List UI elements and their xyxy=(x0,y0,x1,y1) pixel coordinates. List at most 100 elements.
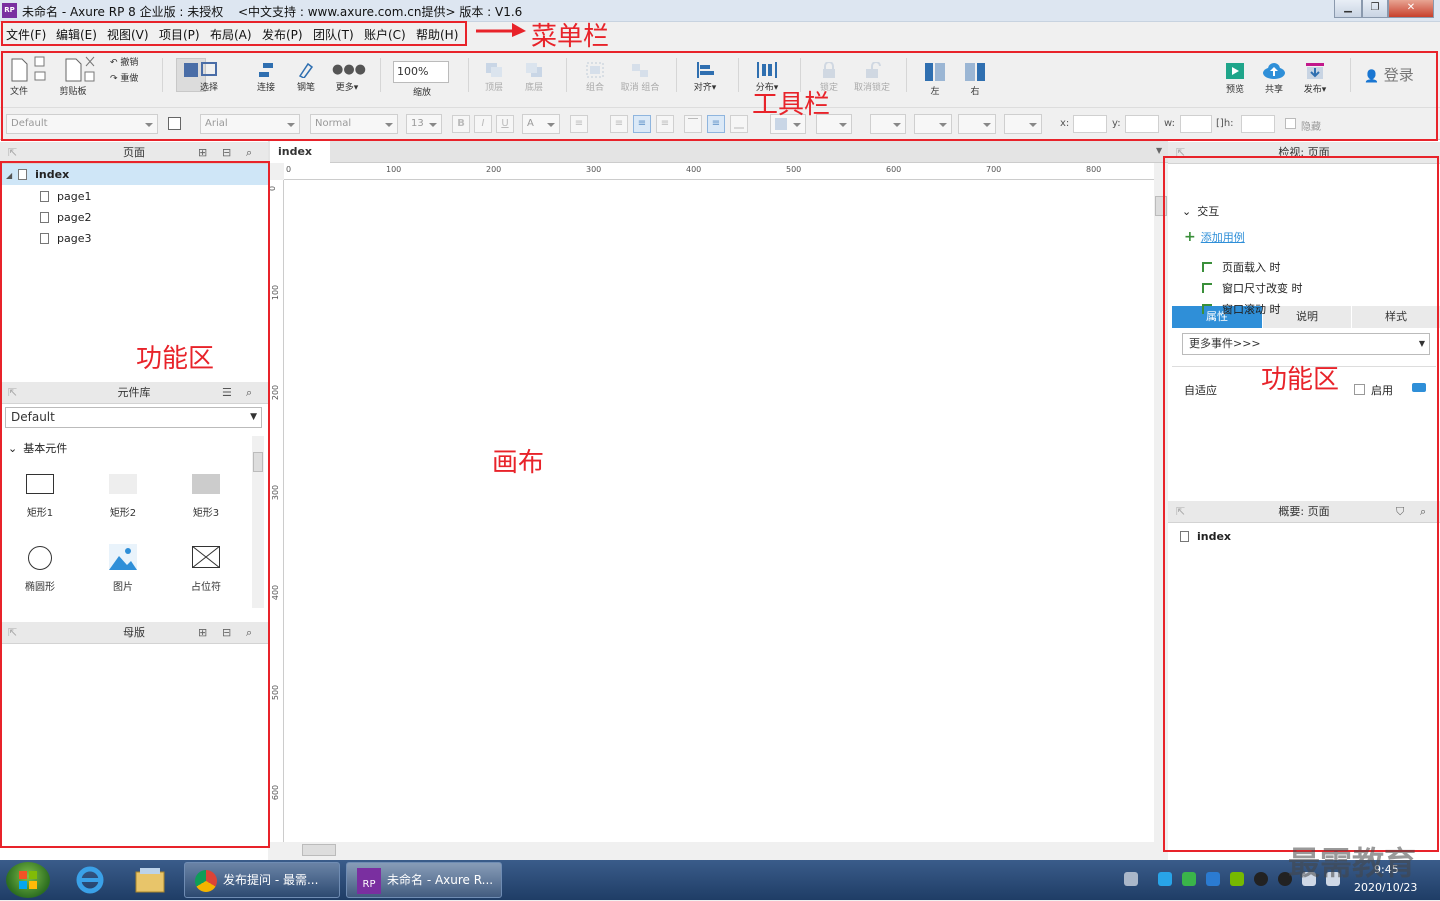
collapse-triangle-icon[interactable]: ◢ xyxy=(6,171,12,180)
filter-icon[interactable]: ⛉ xyxy=(1396,501,1404,523)
tree-row-page2[interactable]: page2 xyxy=(40,211,91,224)
maximize-button[interactable]: ❐ xyxy=(1362,0,1388,18)
menu-publish[interactable]: 发布(P) xyxy=(262,26,303,43)
nvidia-icon[interactable] xyxy=(1230,872,1244,886)
italic-button[interactable]: I xyxy=(474,115,492,133)
zoom-select[interactable]: 100% xyxy=(393,61,449,83)
bold-button[interactable]: B xyxy=(452,115,470,133)
style-select[interactable]: Default xyxy=(6,114,158,134)
explorer-taskbar-icon[interactable] xyxy=(130,864,170,896)
minimize-button[interactable]: ▁ xyxy=(1334,0,1362,18)
save-open-icons[interactable] xyxy=(34,56,46,86)
pin-icon[interactable]: ⇱ xyxy=(8,382,17,404)
start-button[interactable] xyxy=(6,862,50,898)
search-icon[interactable]: ⌕ xyxy=(1420,501,1426,523)
align-text-left-button[interactable]: ≡ xyxy=(610,115,628,133)
hide-checkbox[interactable] xyxy=(1285,118,1296,129)
select-button[interactable]: 选择 xyxy=(198,62,220,93)
more-tools-button[interactable]: ●●● 更多▾ xyxy=(332,62,366,93)
pin-icon[interactable]: ⇱ xyxy=(8,622,17,644)
add-page-icon[interactable]: ⊞ xyxy=(198,142,207,164)
underline-button[interactable]: U xyxy=(496,115,514,133)
qq-icon[interactable] xyxy=(1254,872,1268,886)
add-folder-icon[interactable]: ⊟ xyxy=(222,622,231,644)
event-window-resize[interactable]: 窗口尺寸改变 时 xyxy=(1202,280,1303,296)
add-case-link[interactable]: + 添加用例 xyxy=(1184,229,1245,245)
group-button[interactable]: 组合 xyxy=(582,62,608,93)
widget-placeholder[interactable]: 占位符 xyxy=(176,546,236,593)
bring-to-front-button[interactable]: 顶层 xyxy=(482,62,506,93)
unlock-button[interactable]: 取消锁定 xyxy=(852,62,892,93)
event-page-load[interactable]: 页面载入 时 xyxy=(1202,259,1281,275)
menu-lines-icon[interactable]: ☰ xyxy=(222,382,232,404)
taskbar-chrome-window[interactable]: 发布提问 - 最需... xyxy=(184,862,340,898)
tab-index[interactable]: index × xyxy=(270,141,330,180)
preview-button[interactable]: 预览 xyxy=(1222,62,1248,95)
style-edit-icon[interactable] xyxy=(168,117,181,130)
media-icon[interactable] xyxy=(1158,872,1172,886)
publish-button[interactable]: 发布▾ xyxy=(1298,62,1332,95)
redo-button[interactable]: ↷ 重做 xyxy=(110,71,150,84)
arrow-style-select[interactable] xyxy=(1004,114,1042,134)
taskbar-axure-window[interactable]: RP 未命名 - Axure R... xyxy=(346,862,502,898)
tree-row-page1[interactable]: page1 xyxy=(40,190,91,203)
cut-copy-icons[interactable] xyxy=(84,56,96,86)
menu-file[interactable]: 文件(F) xyxy=(6,26,46,43)
close-button[interactable]: ✕ xyxy=(1388,0,1434,18)
line-color-select[interactable] xyxy=(870,114,906,134)
file-button[interactable]: 文件 xyxy=(8,58,30,97)
keyboard-icon[interactable] xyxy=(1124,872,1138,886)
add-folder-icon[interactable]: ⊟ xyxy=(222,142,231,164)
y-input[interactable] xyxy=(1125,115,1159,133)
design-canvas[interactable] xyxy=(284,180,1154,842)
tree-row-index[interactable]: ◢ index xyxy=(2,164,268,185)
event-window-scroll[interactable]: 窗口滚动 时 xyxy=(1202,301,1281,317)
menu-account[interactable]: 账户(C) xyxy=(364,26,406,43)
font-select[interactable]: Arial xyxy=(200,114,300,134)
search-icon[interactable]: ⌕ xyxy=(246,142,252,164)
menu-project[interactable]: 项目(P) xyxy=(159,26,200,43)
menu-team[interactable]: 团队(T) xyxy=(313,26,354,43)
valign-middle-button[interactable]: ≡ xyxy=(707,115,725,133)
ie-taskbar-icon[interactable] xyxy=(70,864,110,896)
align-button[interactable]: 对齐▾ xyxy=(690,62,720,93)
menu-help[interactable]: 帮助(H) xyxy=(416,26,458,43)
adaptive-settings-icon[interactable] xyxy=(1412,383,1426,392)
pen-button[interactable]: 钢笔 xyxy=(294,62,318,93)
canvas-vertical-scrollbar[interactable] xyxy=(1154,180,1168,842)
shield-icon[interactable] xyxy=(1206,872,1220,886)
undo-button[interactable]: ↶ 撤销 xyxy=(110,55,150,68)
library-scrollbar[interactable] xyxy=(252,436,264,608)
w-input[interactable] xyxy=(1180,115,1212,133)
tab-style[interactable]: 样式 xyxy=(1352,306,1440,328)
search-icon[interactable]: ⌕ xyxy=(246,382,252,404)
widget-rect3[interactable]: 矩形3 xyxy=(176,474,236,519)
widget-group-basic[interactable]: ⌄ 基本元件 xyxy=(8,440,67,456)
pin-icon[interactable]: ⇱ xyxy=(1176,142,1185,164)
pin-icon[interactable]: ⇱ xyxy=(1176,501,1185,523)
menu-layout[interactable]: 布局(A) xyxy=(210,26,252,43)
align-text-center-button[interactable]: ≡ xyxy=(633,115,651,133)
ungroup-button[interactable]: 取消 组合 xyxy=(620,62,660,93)
lock-ratio-icon[interactable]: [] xyxy=(1216,118,1224,129)
library-select[interactable]: Default ▼ xyxy=(5,407,262,428)
send-to-back-button[interactable]: 底层 xyxy=(522,62,546,93)
share-button[interactable]: 共享 xyxy=(1260,62,1288,95)
menu-edit[interactable]: 编辑(E) xyxy=(56,26,97,43)
h-input[interactable] xyxy=(1241,115,1275,133)
x-input[interactable] xyxy=(1073,115,1107,133)
valign-top-button[interactable]: ⎺ xyxy=(684,115,702,133)
widget-ellipse[interactable]: 椭圆形 xyxy=(10,546,70,593)
line-pattern-select[interactable] xyxy=(958,114,996,134)
weight-select[interactable]: Normal xyxy=(310,114,398,134)
connect-button[interactable]: 连接 xyxy=(254,62,278,93)
tree-row-page3[interactable]: page3 xyxy=(40,232,91,245)
login-button[interactable]: 👤 登录 xyxy=(1364,64,1414,85)
interaction-section[interactable]: ⌄ 交互 xyxy=(1182,203,1219,219)
line-width-select[interactable] xyxy=(914,114,952,134)
adaptive-enable-checkbox[interactable] xyxy=(1354,384,1365,395)
menu-view[interactable]: 视图(V) xyxy=(107,26,149,43)
widget-rect2[interactable]: 矩形2 xyxy=(93,474,153,519)
outline-root-index[interactable]: index xyxy=(1180,530,1231,543)
size-select[interactable]: 13 xyxy=(406,114,442,134)
